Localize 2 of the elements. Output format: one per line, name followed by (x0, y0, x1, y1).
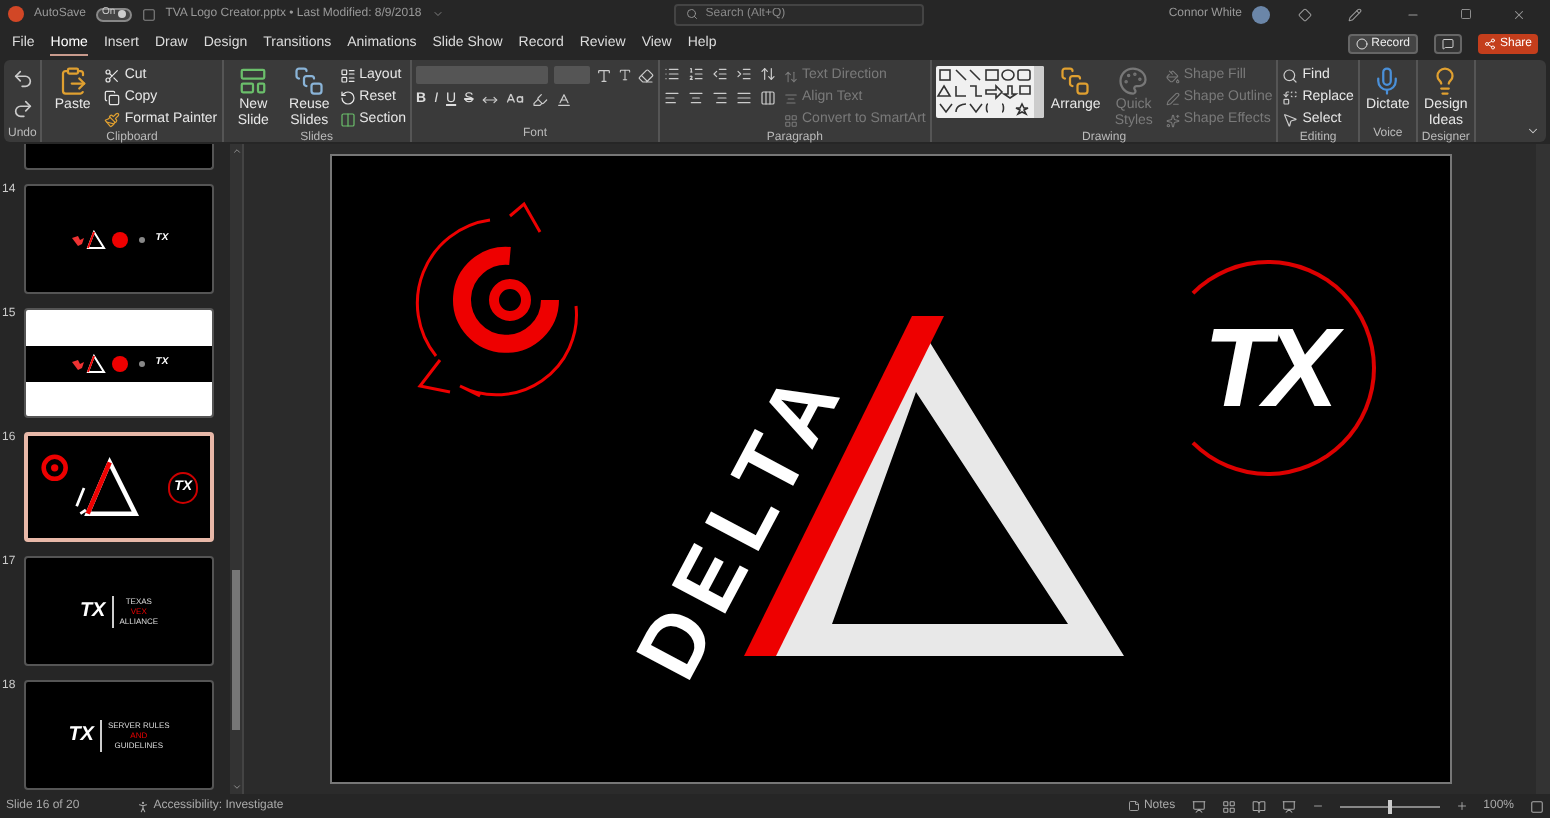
logo-text: TX (79, 601, 106, 621)
logo-text: TX (68, 725, 94, 745)
